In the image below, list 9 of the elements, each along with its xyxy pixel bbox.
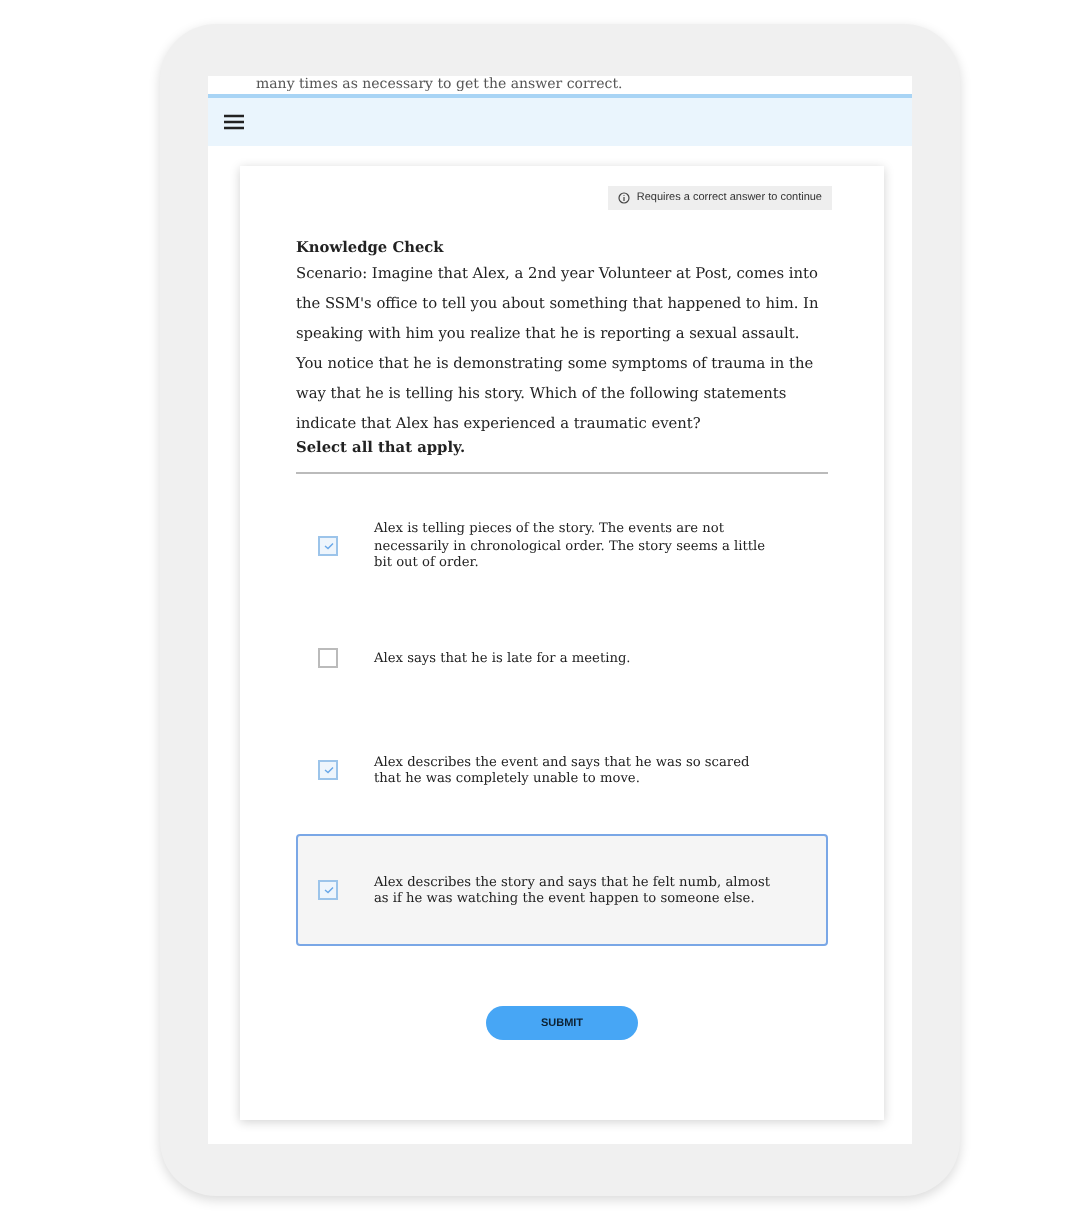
check-icon	[323, 542, 333, 550]
info-icon	[618, 192, 631, 204]
checkbox[interactable]	[318, 760, 338, 780]
checkbox[interactable]	[318, 536, 338, 556]
check-icon	[323, 766, 333, 774]
menu-icon[interactable]	[224, 114, 244, 130]
check-icon	[323, 886, 333, 894]
checkbox[interactable]	[318, 880, 338, 900]
checkbox[interactable]	[318, 648, 338, 668]
